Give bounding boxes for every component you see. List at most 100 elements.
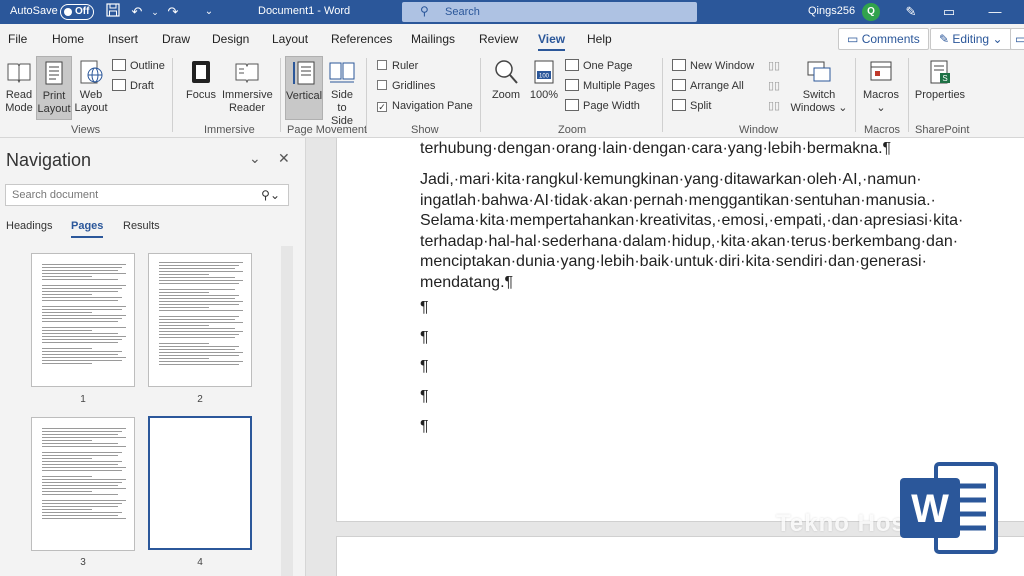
search-icon[interactable]: ⚲⌄	[261, 188, 280, 202]
read-mode-line2: Mode	[5, 102, 33, 114]
thumbnail-text-line	[42, 428, 126, 429]
share-button[interactable]: ▭	[1010, 28, 1024, 50]
tab-file[interactable]: File	[8, 32, 27, 46]
switch-windows-button[interactable]: Switch Windows ⌄	[790, 58, 848, 115]
vertical-button[interactable]: Vertical	[285, 56, 323, 120]
comments-button[interactable]: ▭ Comments	[838, 28, 929, 50]
title-search-box[interactable]: ⚲ Search	[402, 2, 697, 22]
zoom-button[interactable]: Zoom	[489, 58, 523, 102]
zoom-100-button[interactable]: 100 100%	[527, 58, 561, 102]
multiple-pages-button[interactable]: Multiple Pages	[565, 79, 655, 92]
properties-button[interactable]: S Properties	[913, 58, 967, 102]
document-paragraph[interactable]: terhubung·dengan·orang·lain·dengan·cara·…	[420, 139, 980, 160]
nav-tab-results[interactable]: Results	[123, 220, 160, 232]
save-icon[interactable]	[104, 3, 122, 21]
one-page-icon	[565, 59, 579, 71]
page-width-button[interactable]: Page Width	[565, 99, 640, 112]
nav-tab-pages[interactable]: Pages	[71, 220, 104, 238]
close-icon[interactable]: ✕	[278, 150, 290, 167]
paragraph-mark[interactable]: ¶	[420, 358, 429, 376]
document-paragraph[interactable]: Jadi,·mari·kita·rangkul·kemungkinan·yang…	[420, 170, 980, 293]
pen-icon[interactable]: ✎	[902, 3, 920, 21]
thumbnail-text-line	[42, 446, 126, 447]
multiple-pages-label: Multiple Pages	[583, 80, 656, 92]
tab-view[interactable]: View	[538, 32, 566, 51]
tab-layout[interactable]: Layout	[272, 32, 308, 46]
navigation-scrollbar[interactable]	[281, 246, 293, 576]
reset-window-position-icon[interactable]: ▯▯	[768, 99, 780, 112]
tab-insert[interactable]: Insert	[108, 32, 138, 46]
share-icon: ▭	[1015, 32, 1024, 46]
thumbnail-text-line	[42, 285, 126, 286]
paragraph-mark[interactable]: ¶	[420, 418, 429, 436]
thumbnail-text-line	[42, 518, 126, 519]
thumbnail-text-line	[159, 277, 235, 278]
macros-group-label: Macros	[864, 124, 901, 136]
split-label: Split	[690, 100, 712, 112]
tab-design[interactable]: Design	[212, 32, 249, 46]
read-mode-line1: Read	[5, 89, 33, 101]
ribbon-display-options-icon[interactable]: ▭	[940, 3, 958, 21]
view-side-by-side-icon[interactable]: ▯▯	[768, 59, 780, 72]
page-thumbnail[interactable]	[148, 253, 252, 387]
one-page-button[interactable]: One Page	[565, 59, 633, 72]
nav-tab-headings[interactable]: Headings	[6, 220, 52, 232]
search-icon: ⚲	[420, 4, 429, 18]
thumbnail-text-line	[42, 312, 92, 313]
read-mode-button[interactable]: Read Mode	[3, 58, 35, 115]
avatar[interactable]: Q	[862, 3, 880, 21]
editing-mode-button[interactable]: ✎ Editing ⌄	[930, 28, 1012, 50]
gridlines-checkbox[interactable]: Gridlines	[377, 80, 435, 92]
immersive-reader-button[interactable]: Immersive Reader	[222, 58, 273, 115]
autosave-state: Off	[75, 6, 90, 17]
chevron-down-icon[interactable]: ⌄	[249, 150, 261, 167]
autosave-toggle[interactable]: Off	[60, 4, 94, 20]
side-to-side-button[interactable]: Side to Side	[325, 58, 359, 128]
paragraph-mark[interactable]: ¶	[420, 299, 429, 317]
minimize-icon[interactable]: —	[986, 3, 1004, 21]
paragraph-mark[interactable]: ¶	[420, 329, 429, 347]
tab-draw[interactable]: Draw	[162, 32, 190, 46]
tab-home[interactable]: Home	[52, 32, 84, 46]
page-thumbnail[interactable]	[31, 253, 135, 387]
thumbnail-text-line	[42, 318, 122, 319]
thumbnail-text-line	[159, 355, 239, 356]
page-thumbnail-selected[interactable]	[148, 416, 252, 550]
macros-button[interactable]: Macros ⌄	[862, 58, 900, 115]
thumbnail-text-line	[42, 434, 118, 435]
page-movement-group-label: Page Movement	[287, 124, 368, 136]
web-layout-button[interactable]: Web Layout	[74, 58, 108, 115]
navigation-search-input[interactable]: Search document ⚲⌄	[5, 184, 289, 206]
customize-toolbar-icon[interactable]: ⌄	[200, 3, 218, 21]
paragraph-mark[interactable]: ¶	[420, 388, 429, 406]
page-thumbnail[interactable]	[31, 417, 135, 551]
thumbnail-text-line	[42, 351, 122, 352]
draft-button[interactable]: Draft	[112, 79, 154, 92]
tab-mailings[interactable]: Mailings	[411, 32, 455, 46]
one-page-label: One Page	[583, 60, 633, 72]
undo-dropdown-icon[interactable]: ⌄	[146, 3, 164, 21]
navigation-pane-checkbox[interactable]: ✓ Navigation Pane	[377, 100, 473, 112]
focus-button[interactable]: Focus	[184, 58, 218, 102]
redo-icon[interactable]: ↷	[164, 3, 182, 21]
outline-button[interactable]: Outline	[112, 59, 165, 72]
arrange-all-button[interactable]: Arrange All	[672, 79, 744, 92]
ribbon: Read Mode Print Layout Web Layout Outlin…	[0, 54, 1024, 138]
print-layout-button[interactable]: Print Layout	[36, 56, 72, 120]
arrange-all-icon	[672, 79, 686, 91]
tab-review[interactable]: Review	[479, 32, 518, 46]
split-button[interactable]: Split	[672, 99, 711, 112]
undo-icon[interactable]: ↶	[128, 3, 146, 21]
synchronous-scrolling-icon[interactable]: ▯▯	[768, 79, 780, 92]
text-line: Selama·kita·mempertahankan·kreativitas,·…	[420, 212, 964, 229]
ruler-checkbox[interactable]: Ruler	[377, 60, 418, 72]
new-window-button[interactable]: New Window	[672, 59, 754, 72]
user-name[interactable]: Qings256	[808, 5, 855, 17]
tab-help[interactable]: Help	[587, 32, 612, 46]
document-area[interactable]: terhubung·dengan·orang·lain·dengan·cara·…	[306, 138, 1024, 576]
thumbnail-text-line	[42, 357, 126, 358]
multiple-pages-icon	[565, 79, 579, 91]
tab-references[interactable]: References	[331, 32, 392, 46]
thumbnail-text-line	[42, 476, 92, 477]
text-line: mendatang.¶	[420, 273, 514, 291]
